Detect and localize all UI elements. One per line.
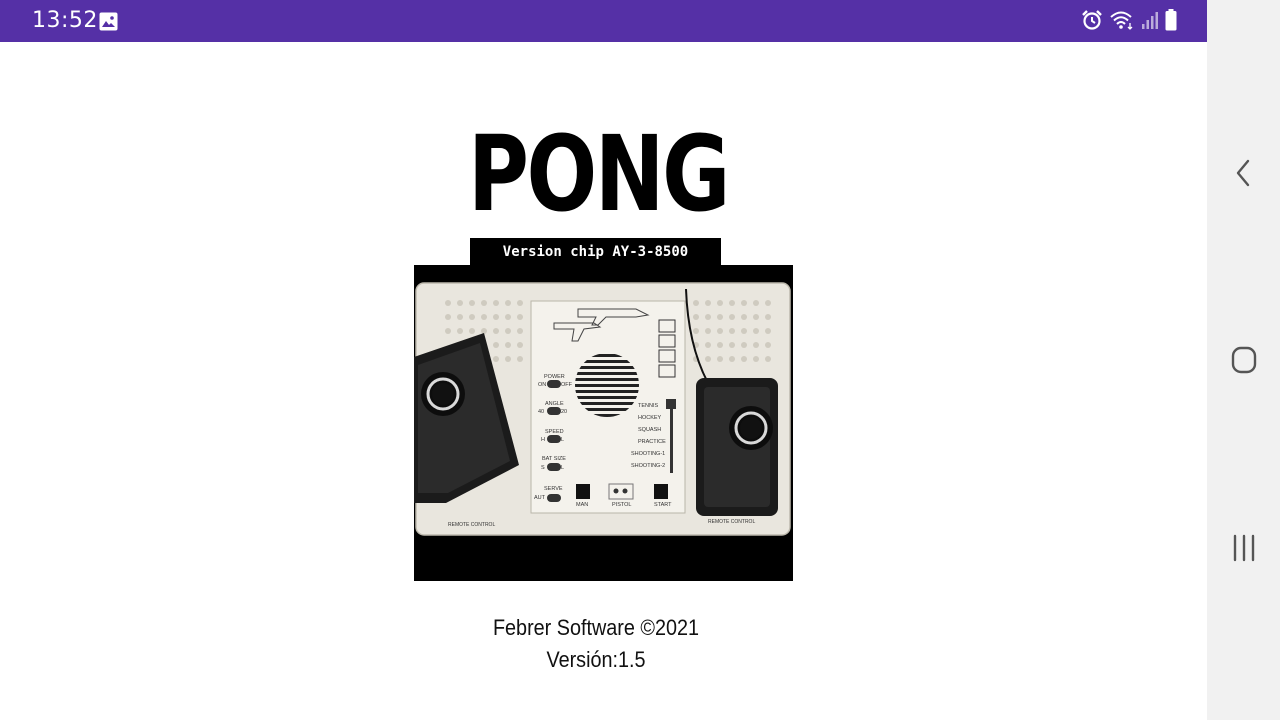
- alarm-icon: [1082, 10, 1102, 30]
- back-button[interactable]: [1207, 158, 1280, 188]
- status-time: 13:52: [32, 8, 98, 33]
- back-icon: [1236, 159, 1249, 187]
- battery-icon: [1165, 9, 1177, 31]
- recents-button[interactable]: [1207, 534, 1280, 562]
- angle-right-label: 20: [561, 409, 567, 415]
- remote-control-right-label: REMOTE CONTROL: [708, 519, 755, 525]
- angle-label: ANGLE: [545, 401, 564, 407]
- home-button[interactable]: [1207, 345, 1280, 375]
- version-text: Versión:1.5: [546, 647, 646, 672]
- bat-right-label: L: [561, 465, 564, 471]
- recents-icon: [1233, 534, 1254, 562]
- pong-console-photo: POWER ON OFF ANGLE 40 20 SPEED H L BAT S…: [414, 265, 793, 581]
- app-title: PONG: [467, 113, 730, 235]
- angle-left-label: 40: [538, 409, 544, 415]
- splash-screen: PONG Version chip AY-3-8500 POWER ON OFF…: [0, 42, 1207, 720]
- serve-label: SERVE: [544, 486, 563, 492]
- speed-label: SPEED: [545, 429, 564, 435]
- start-label: START: [654, 502, 672, 508]
- status-bar: 13:52: [0, 0, 1207, 42]
- bat-size-label: BAT SIZE: [542, 456, 566, 462]
- navigation-bar: [1207, 0, 1280, 720]
- pistol-label: PISTOL: [612, 502, 631, 508]
- remote-control-left-label: REMOTE CONTROL: [448, 522, 495, 528]
- signal-icon: [1142, 12, 1158, 29]
- speed-left-label: H: [541, 437, 545, 443]
- off-label: OFF: [561, 382, 573, 388]
- copyright-text: Febrer Software ©2021: [492, 615, 700, 640]
- home-icon: [1231, 346, 1256, 374]
- game-hockey: HOCKEY: [638, 415, 662, 421]
- serve-left-label: AUT: [534, 495, 546, 501]
- version-chip-label: Version chip AY-3-8500: [470, 238, 721, 266]
- bat-left-label: S: [541, 465, 545, 471]
- man-label: MAN: [576, 502, 588, 508]
- gallery-icon: [99, 12, 118, 31]
- game-squash: SQUASH: [638, 427, 661, 433]
- game-practice: PRACTICE: [638, 439, 666, 445]
- power-label: POWER: [544, 374, 565, 380]
- game-shooting-2: SHOOTING-2: [631, 463, 665, 469]
- on-label: ON: [538, 382, 546, 388]
- wifi-icon: [1110, 11, 1133, 30]
- speed-right-label: L: [561, 437, 564, 443]
- right-paddle-controller: [696, 378, 778, 516]
- game-tennis: TENNIS: [638, 403, 659, 409]
- game-shooting-1: SHOOTING-1: [631, 451, 665, 457]
